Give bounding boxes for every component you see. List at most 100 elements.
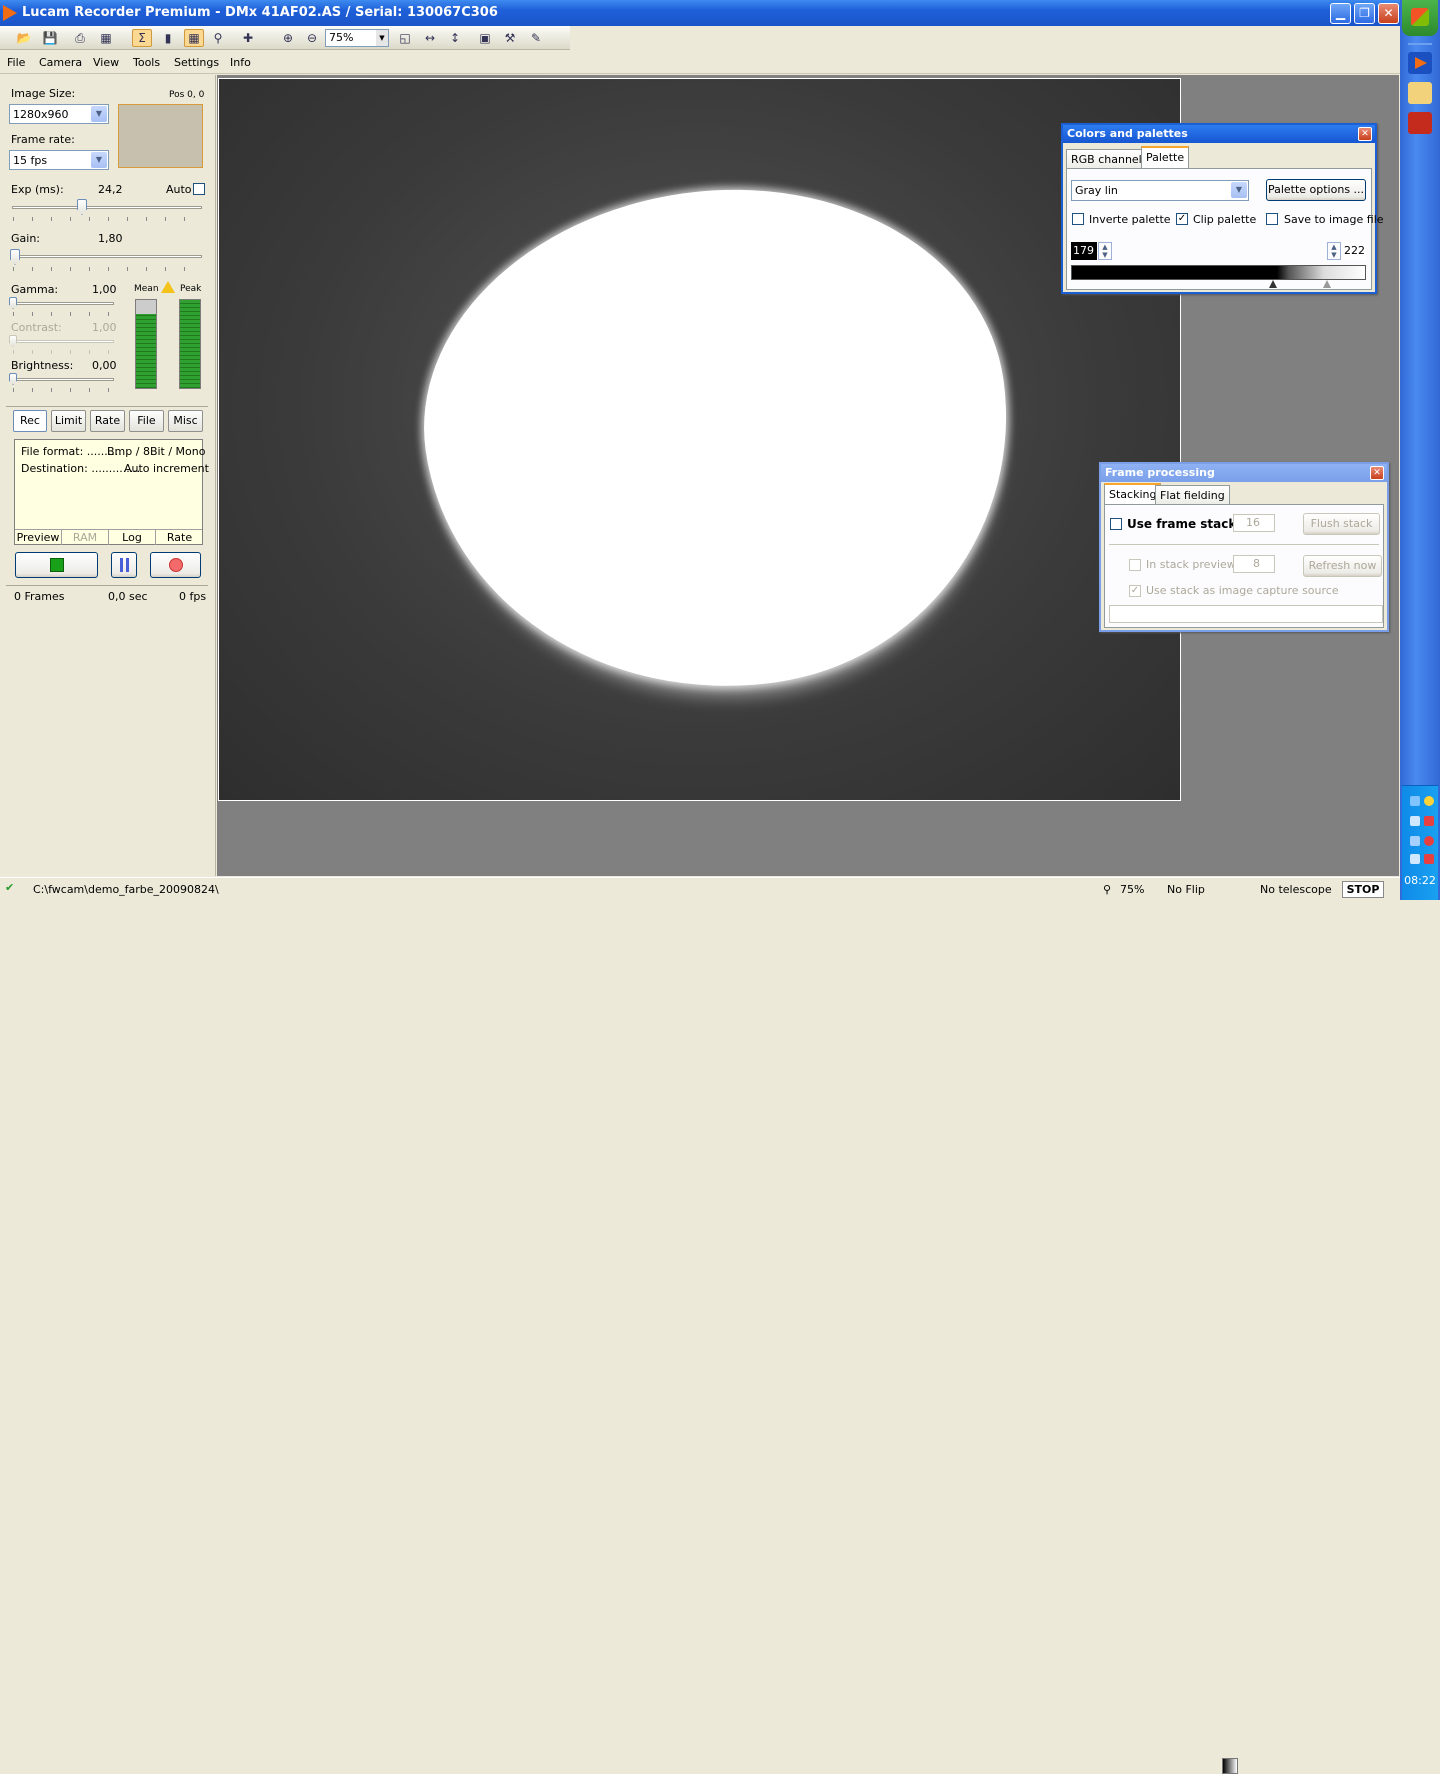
- taskbar-app-icon[interactable]: [1408, 112, 1432, 134]
- network-icon[interactable]: [1410, 796, 1420, 806]
- brush-icon[interactable]: ✎: [526, 29, 546, 47]
- start-button[interactable]: [1402, 0, 1438, 36]
- contrast-label: Contrast:: [11, 321, 62, 334]
- clip-palette-checkbox[interactable]: ✓: [1176, 213, 1188, 225]
- clock[interactable]: 08:22: [1402, 874, 1438, 887]
- tab-flat-fielding[interactable]: Flat fielding: [1155, 485, 1230, 505]
- palette-options-button[interactable]: Palette options ...: [1266, 179, 1366, 201]
- minimize-button[interactable]: ▁: [1330, 3, 1351, 24]
- tab-rec[interactable]: Rec: [13, 410, 47, 432]
- high-spinner[interactable]: ▲ ▼: [1327, 242, 1341, 260]
- image-size-value: 1280x960: [13, 108, 69, 121]
- preview-thumbnail[interactable]: [118, 104, 203, 168]
- frame-rate-readout: 0 fps: [179, 590, 207, 603]
- brightness-slider-thumb[interactable]: [9, 373, 17, 385]
- grid-icon[interactable]: ▦: [96, 29, 116, 47]
- flush-stack-button: Flush stack: [1303, 513, 1380, 535]
- exposure-slider-thumb[interactable]: [77, 199, 87, 215]
- display-icon[interactable]: [1410, 816, 1420, 826]
- low-marker-icon[interactable]: [1269, 280, 1277, 288]
- close-icon[interactable]: ✕: [1370, 466, 1384, 480]
- save-to-image-file-checkbox[interactable]: [1266, 213, 1278, 225]
- table-icon[interactable]: ▦: [184, 29, 204, 47]
- high-marker-icon[interactable]: [1323, 280, 1331, 288]
- security-icon[interactable]: [1424, 796, 1434, 806]
- palette-value: Gray lin: [1075, 184, 1118, 197]
- use-stack-source-label: Use stack as image capture source: [1146, 584, 1339, 597]
- shield-icon[interactable]: [1424, 836, 1434, 846]
- fit-window-icon[interactable]: ◱: [395, 29, 415, 47]
- close-icon[interactable]: ✕: [1358, 127, 1372, 141]
- tab-file[interactable]: File: [129, 410, 164, 432]
- histogram-icon[interactable]: ▮: [158, 29, 178, 47]
- close-button[interactable]: ✕: [1378, 3, 1399, 24]
- tools-icon[interactable]: ⚒: [500, 29, 520, 47]
- frame-rate-select[interactable]: 15 fps ▼: [9, 150, 109, 170]
- taskbar-folder-icon[interactable]: [1408, 82, 1432, 104]
- monitor-icon[interactable]: ▣: [475, 29, 495, 47]
- palette-gradient-bar[interactable]: [1071, 265, 1366, 280]
- update-icon[interactable]: [1424, 854, 1434, 864]
- pause-button[interactable]: [111, 552, 137, 578]
- menu-settings[interactable]: Settings: [174, 56, 219, 69]
- sum-icon[interactable]: Σ: [132, 29, 152, 47]
- open-folder-icon[interactable]: 📂: [14, 29, 34, 47]
- tab-limit[interactable]: Limit: [51, 410, 86, 432]
- subtab-rate[interactable]: Rate: [156, 530, 203, 545]
- camera-image[interactable]: [218, 78, 1181, 801]
- tab-palette[interactable]: Palette: [1141, 146, 1190, 168]
- alert-icon[interactable]: [1424, 816, 1434, 826]
- brightness-slider-track[interactable]: [12, 378, 114, 381]
- pin-icon[interactable]: ⚲: [208, 29, 228, 47]
- inverte-palette-checkbox[interactable]: [1072, 213, 1084, 225]
- subtab-preview[interactable]: Preview: [15, 530, 62, 545]
- gamma-value: 1,00: [92, 283, 117, 296]
- contrast-slider-track: [12, 340, 114, 343]
- tab-rate[interactable]: Rate: [90, 410, 125, 432]
- usb-icon[interactable]: [1410, 854, 1420, 864]
- menu-view[interactable]: View: [93, 56, 119, 69]
- taskbar: 08:22: [1400, 0, 1440, 900]
- exposure-value: 24,2: [98, 183, 123, 196]
- gain-slider-track[interactable]: [12, 255, 202, 258]
- stop-icon: [49, 558, 64, 572]
- frame-panel-title: Frame processing ✕: [1101, 464, 1387, 482]
- menu-file[interactable]: File: [7, 56, 25, 69]
- palette-select[interactable]: Gray lin ▼: [1071, 180, 1249, 201]
- stop-status-button[interactable]: STOP: [1342, 881, 1384, 898]
- palette-high-value[interactable]: 222: [1342, 242, 1366, 260]
- preview-count-field: 8: [1233, 555, 1275, 573]
- gamma-slider-thumb[interactable]: [9, 297, 17, 309]
- print-icon[interactable]: ⎙: [70, 29, 90, 47]
- menu-camera[interactable]: Camera: [39, 56, 82, 69]
- gamma-slider-track[interactable]: [12, 302, 114, 305]
- subtab-log[interactable]: Log: [109, 530, 156, 545]
- tab-stacking[interactable]: Stacking: [1104, 483, 1162, 505]
- volume-icon[interactable]: [1410, 836, 1420, 846]
- tab-misc[interactable]: Misc: [168, 410, 203, 432]
- frames-count: 0 Frames: [14, 590, 65, 603]
- save-icon[interactable]: 💾: [40, 29, 60, 47]
- crosshair-icon[interactable]: ✚: [238, 29, 258, 47]
- palette-low-value[interactable]: 179: [1071, 242, 1097, 260]
- flip-horizontal-icon[interactable]: ↔: [420, 29, 440, 47]
- gain-slider-thumb[interactable]: [10, 249, 20, 265]
- zoom-out-icon[interactable]: ⊖: [302, 29, 322, 47]
- taskbar-app-lucam-icon[interactable]: [1408, 52, 1432, 74]
- clip-palette-label: Clip palette: [1193, 213, 1257, 226]
- brightness-value: 0,00: [92, 359, 117, 372]
- maximize-button[interactable]: ❐: [1354, 3, 1375, 24]
- use-frame-stack-checkbox[interactable]: [1110, 518, 1122, 530]
- zoom-select[interactable]: 75% ▼: [325, 29, 389, 47]
- exposure-slider-track[interactable]: [12, 206, 202, 209]
- tab-rgb-channels[interactable]: RGB channels: [1066, 149, 1153, 169]
- stop-button[interactable]: [15, 552, 98, 578]
- record-button[interactable]: [150, 552, 201, 578]
- menu-tools[interactable]: Tools: [133, 56, 160, 69]
- low-spinner[interactable]: ▲ ▼: [1098, 242, 1112, 260]
- zoom-in-icon[interactable]: ⊕: [278, 29, 298, 47]
- auto-exposure-checkbox[interactable]: [193, 183, 205, 195]
- flip-vertical-icon[interactable]: ↕: [445, 29, 465, 47]
- menu-info[interactable]: Info: [230, 56, 251, 69]
- image-size-select[interactable]: 1280x960 ▼: [9, 104, 109, 124]
